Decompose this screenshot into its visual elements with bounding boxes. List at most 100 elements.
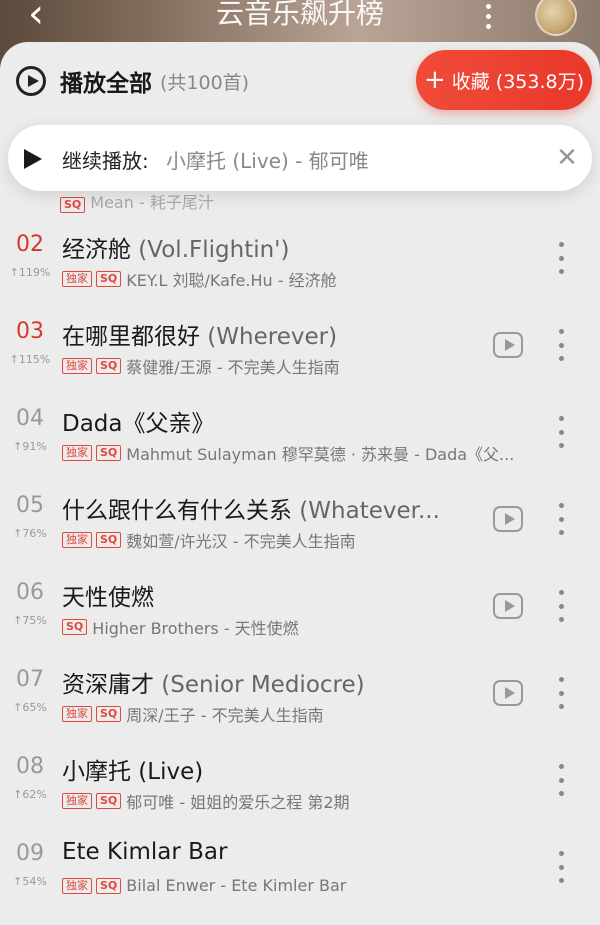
rank-number: 06 bbox=[16, 580, 44, 605]
list-item-partial: SQ Mean - 耗子尾汁 bbox=[60, 189, 214, 213]
trend-value: 115% bbox=[18, 353, 51, 366]
song-row[interactable]: 05 ↑76% 什么跟什么有什么关系 (Whatever... 独家 SQ 魏如萱/许光汉… bbox=[0, 481, 600, 568]
rank-number: 09 bbox=[16, 841, 44, 866]
song-title-sub: (Senior Mediocre) bbox=[154, 672, 365, 698]
exclusive-badge: 独家 bbox=[62, 877, 92, 894]
song-title-main: 什么跟什么有什么关系 bbox=[62, 498, 292, 524]
song-count: (共100首) bbox=[160, 72, 250, 94]
video-play-icon[interactable] bbox=[493, 593, 523, 619]
playall-button[interactable]: 播放全部 bbox=[60, 64, 152, 98]
video-play-icon[interactable] bbox=[493, 680, 523, 706]
more-vertical-icon[interactable] bbox=[556, 677, 566, 709]
trend-indicator: ↑54% bbox=[0, 875, 60, 888]
trend-indicator: ↑75% bbox=[0, 614, 60, 627]
video-play-icon[interactable] bbox=[493, 332, 523, 358]
song-meta: 独家 SQ Bilal Enwer - Ete Kimler Bar bbox=[62, 876, 346, 895]
song-title: 经济舱 (Vol.Flightin') bbox=[62, 230, 289, 264]
trend-value: 91% bbox=[22, 440, 47, 453]
song-row[interactable]: 06 ↑75% 天性使燃 SQ Higher Brothers - 天性使燃 bbox=[0, 568, 600, 655]
sq-badge: SQ bbox=[60, 197, 86, 213]
close-icon[interactable]: ✕ bbox=[552, 143, 582, 173]
sq-badge: SQ bbox=[96, 445, 122, 461]
song-title: 什么跟什么有什么关系 (Whatever... bbox=[62, 491, 440, 525]
video-play-icon[interactable] bbox=[493, 506, 523, 532]
exclusive-badge: 独家 bbox=[62, 358, 92, 374]
up-arrow-icon: ↑ bbox=[9, 353, 19, 366]
rank-number: 07 bbox=[16, 667, 44, 692]
trend-indicator: ↑91% bbox=[0, 440, 60, 453]
more-vertical-icon[interactable] bbox=[556, 764, 566, 796]
up-arrow-icon: ↑ bbox=[13, 701, 23, 714]
song-title-main: 天性使燃 bbox=[62, 585, 154, 611]
artist-album: 魏如萱/许光汉 - 不完美人生指南 bbox=[126, 532, 356, 551]
song-meta: 独家 SQ KEY.L 刘聪/Kafe.Hu - 经济舱 bbox=[62, 267, 337, 291]
up-arrow-icon: ↑ bbox=[13, 614, 23, 627]
play-icon[interactable] bbox=[24, 149, 42, 169]
song-title: 在哪里都很好 (Wherever) bbox=[62, 317, 337, 351]
song-meta: 独家 SQ 魏如萱/许光汉 - 不完美人生指南 bbox=[62, 528, 356, 552]
trend-value: 76% bbox=[22, 527, 47, 540]
song-title-main: Ete Kimlar Bar bbox=[62, 839, 228, 865]
song-row[interactable]: 08 ↑62% 小摩托 (Live) 独家 SQ 郁可唯 - 姐姐的爱乐之程 第2期 bbox=[0, 742, 600, 829]
more-vertical-icon[interactable] bbox=[556, 503, 566, 535]
collect-label: 收藏 (353.8万) bbox=[451, 70, 585, 93]
song-row[interactable]: 02 ↑119% 经济舱 (Vol.Flightin') 独家 SQ KEY.L 刘聪/K… bbox=[0, 220, 600, 307]
song-title: 天性使燃 bbox=[62, 578, 154, 612]
song-title-main: 经济舱 bbox=[62, 237, 131, 263]
collect-button[interactable]: + 收藏 (353.8万) bbox=[416, 50, 592, 110]
song-title-main: 小摩托 (Live) bbox=[62, 759, 204, 785]
rank-number: 04 bbox=[16, 406, 44, 431]
song-row[interactable]: 07 ↑65% 资深庸才 (Senior Mediocre) 独家 SQ 周深/王子 - … bbox=[0, 655, 600, 742]
more-vertical-icon[interactable] bbox=[556, 416, 566, 448]
song-title-main: 资深庸才 bbox=[62, 672, 154, 698]
continue-label: 继续播放: bbox=[62, 149, 149, 173]
trend-value: 54% bbox=[22, 875, 47, 888]
song-meta: 独家 SQ 蔡健雅/王源 - 不完美人生指南 bbox=[62, 354, 340, 378]
artist-album: 周深/王子 - 不完美人生指南 bbox=[126, 706, 324, 725]
more-vertical-icon[interactable] bbox=[556, 329, 566, 361]
exclusive-badge: 独家 bbox=[62, 271, 92, 287]
plus-icon: + bbox=[423, 65, 446, 95]
trend-value: 62% bbox=[22, 788, 47, 801]
song-row[interactable]: 04 ↑91% Dada《父亲》 独家 SQ Mahmut Sulayman 穆罕莫德 ·… bbox=[0, 394, 600, 481]
artist-album: Bilal Enwer - Ete Kimler Bar bbox=[126, 876, 347, 895]
sq-badge: SQ bbox=[96, 532, 122, 548]
up-arrow-icon: ↑ bbox=[13, 788, 23, 801]
more-vertical-icon[interactable] bbox=[556, 590, 566, 622]
exclusive-badge: 独家 bbox=[62, 532, 92, 548]
more-vertical-icon[interactable] bbox=[556, 851, 566, 883]
trend-indicator: ↑65% bbox=[0, 701, 60, 714]
song-row[interactable]: 09 ↑54% Ete Kimlar Bar 独家 SQ Bilal Enwer - Et… bbox=[0, 829, 600, 916]
song-meta: 独家 SQ Mahmut Sulayman 穆罕莫德 · 苏来曼 - Dada《父.… bbox=[62, 441, 514, 465]
rank-number: 02 bbox=[16, 232, 44, 257]
sq-badge: SQ bbox=[96, 358, 122, 374]
artist-album: Mahmut Sulayman 穆罕莫德 · 苏来曼 - Dada《父... bbox=[126, 445, 515, 464]
rank-number: 03 bbox=[16, 319, 44, 344]
more-vertical-icon[interactable] bbox=[478, 0, 498, 32]
trend-indicator: ↑119% bbox=[0, 266, 60, 279]
song-row[interactable]: 03 ↑115% 在哪里都很好 (Wherever) 独家 SQ 蔡健雅/王源 - 不完美… bbox=[0, 307, 600, 394]
rank-number: 05 bbox=[16, 493, 44, 518]
playall-bar: 播放全部 (共100首) + 收藏 (353.8万) bbox=[0, 42, 600, 120]
artist-album: KEY.L 刘聪/Kafe.Hu - 经济舱 bbox=[126, 271, 337, 290]
up-arrow-icon: ↑ bbox=[9, 266, 19, 279]
exclusive-badge: 独家 bbox=[62, 793, 92, 809]
trend-value: 65% bbox=[22, 701, 47, 714]
trend-value: 119% bbox=[18, 266, 51, 279]
artist-album: 蔡健雅/王源 - 不完美人生指南 bbox=[126, 358, 340, 377]
trend-value: 75% bbox=[22, 614, 47, 627]
song-title: 资深庸才 (Senior Mediocre) bbox=[62, 665, 365, 699]
trend-indicator: ↑76% bbox=[0, 527, 60, 540]
play-circle-icon[interactable] bbox=[16, 66, 46, 96]
continue-song[interactable]: 小摩托 (Live) - 郁可唯 bbox=[166, 145, 369, 174]
song-title-main: Dada《父亲》 bbox=[62, 411, 215, 437]
up-arrow-icon: ↑ bbox=[13, 527, 23, 540]
trend-indicator: ↑115% bbox=[0, 353, 60, 366]
exclusive-badge: 独家 bbox=[62, 706, 92, 722]
more-vertical-icon[interactable] bbox=[556, 242, 566, 274]
continue-play-bar[interactable]: 继续播放: 小摩托 (Live) - 郁可唯 ✕ bbox=[8, 125, 592, 191]
sq-badge: SQ bbox=[96, 877, 122, 894]
up-arrow-icon: ↑ bbox=[13, 440, 23, 453]
trend-indicator: ↑62% bbox=[0, 788, 60, 801]
song-title: Ete Kimlar Bar bbox=[62, 839, 227, 865]
